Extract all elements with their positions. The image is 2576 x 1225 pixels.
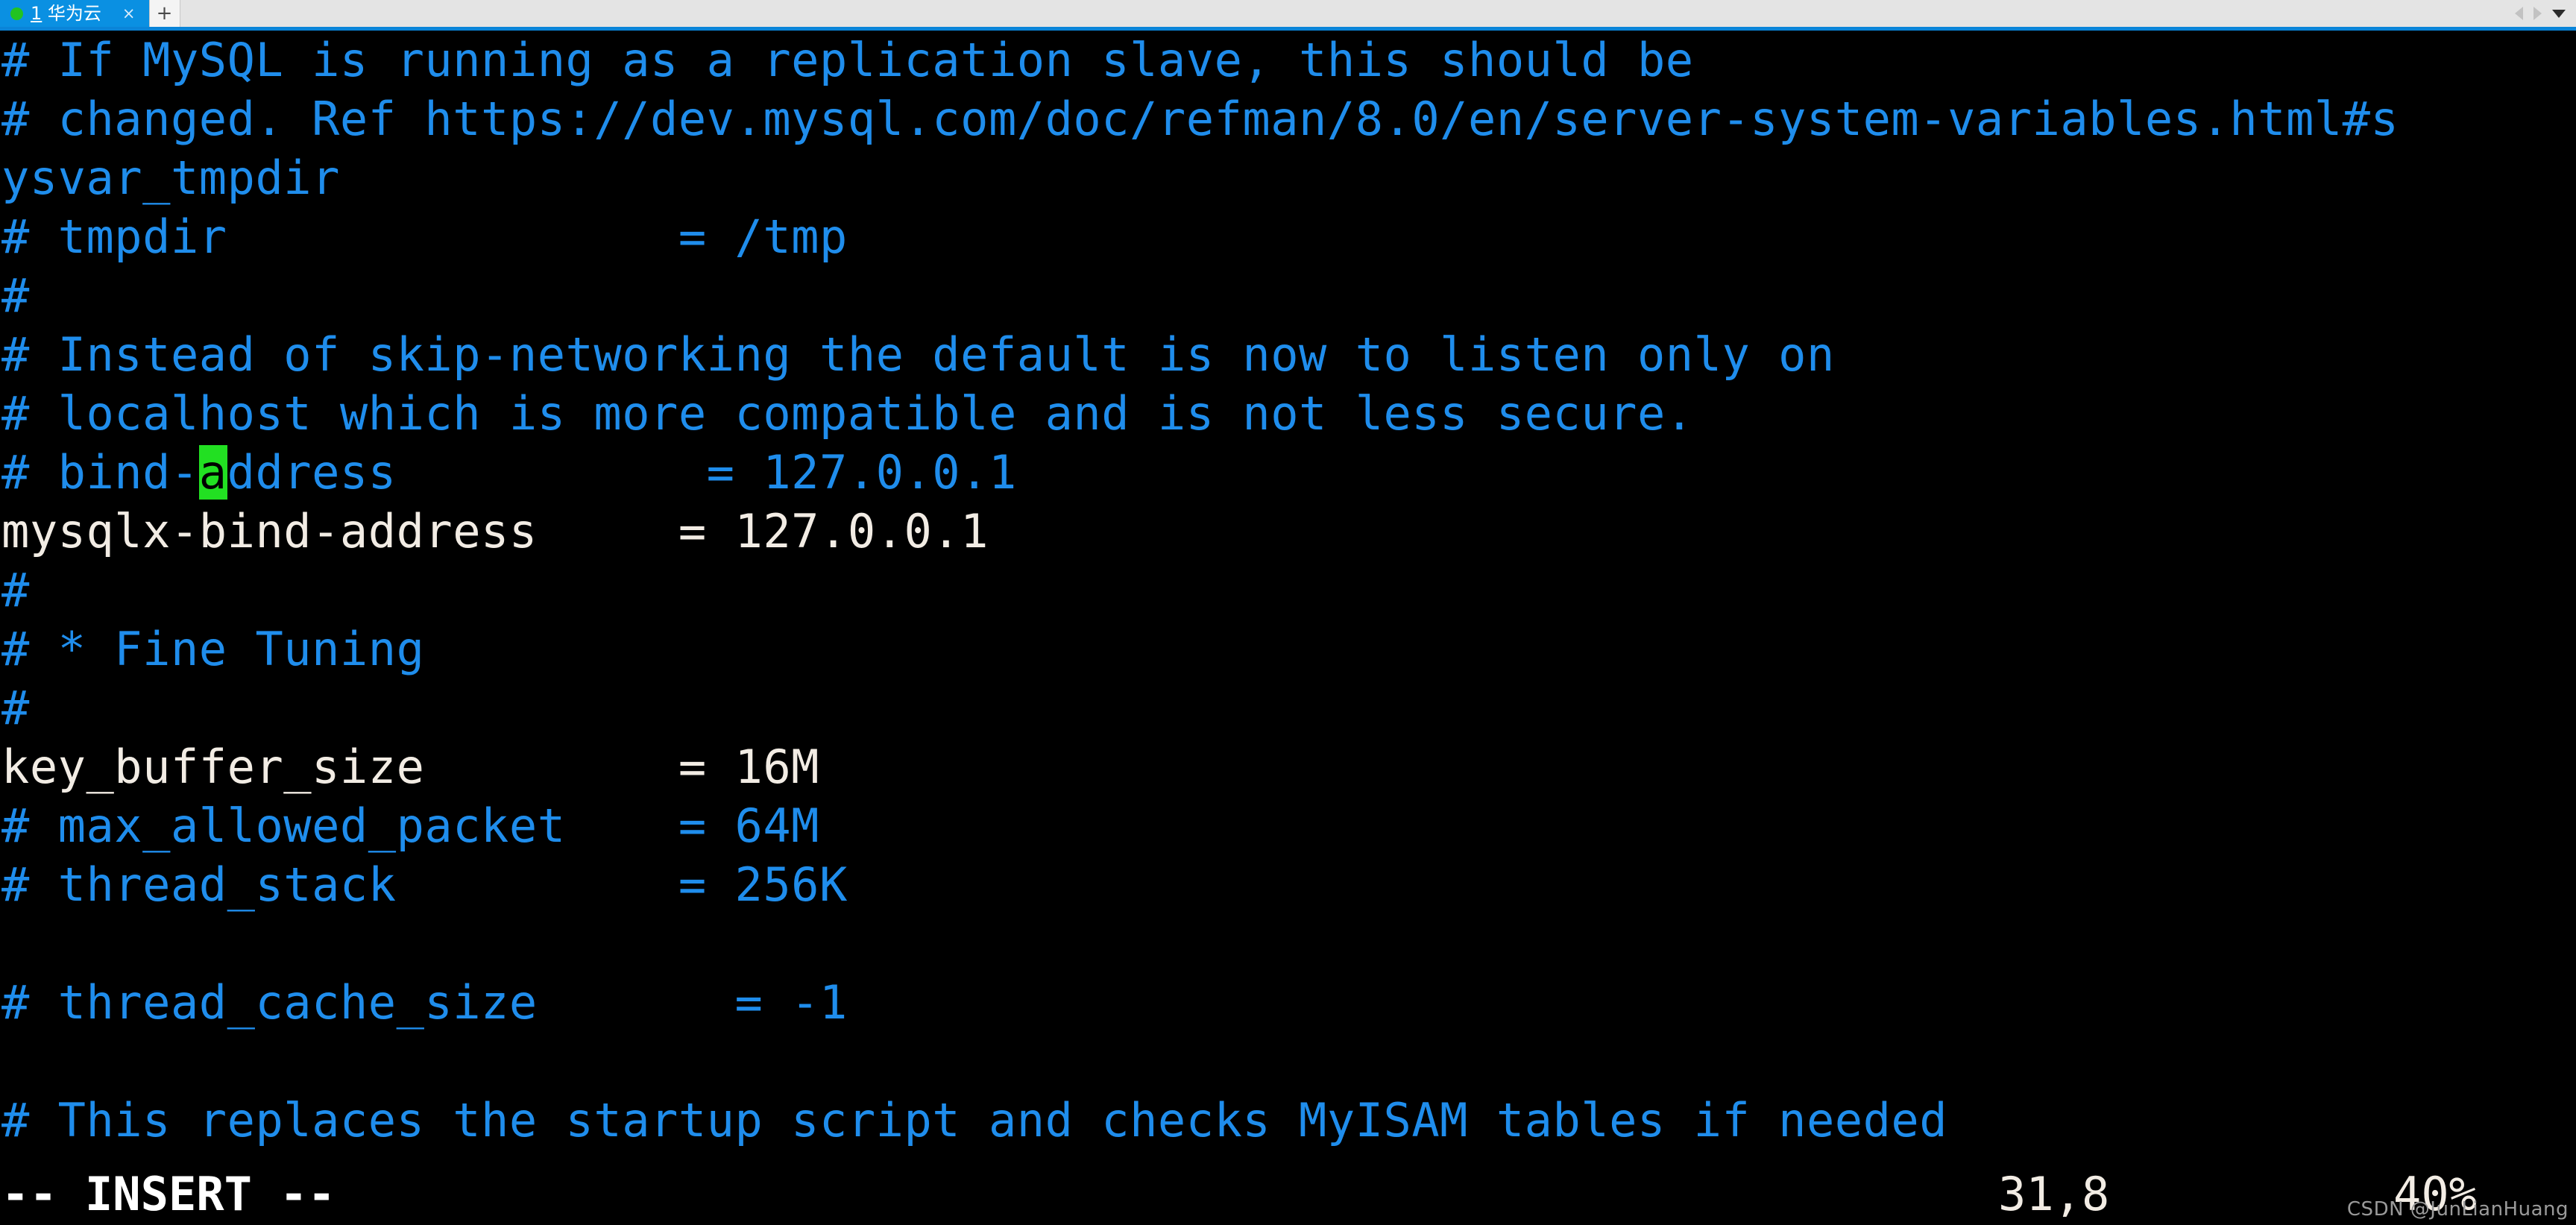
terminal-line: # * Fine Tuning — [0, 620, 2576, 678]
terminal-line: # If MySQL is running as a replication s… — [0, 31, 2576, 89]
terminal-text: ddress = 127.0.0.1 — [227, 445, 1017, 500]
terminal-line: # tmpdir = /tmp — [0, 207, 2576, 266]
terminal-text: mysqlx-bind-address = 127.0.0.1 — [1, 504, 989, 558]
terminal-text: # — [1, 563, 30, 617]
terminal-text: # bind- — [1, 445, 199, 500]
triangle-left-icon[interactable] — [2515, 7, 2523, 20]
terminal-vim-editor[interactable]: # If MySQL is running as a replication s… — [0, 31, 2576, 1225]
terminal-line: # changed. Ref https://dev.mysql.com/doc… — [0, 89, 2576, 148]
terminal-text: # thread_cache_size = -1 — [1, 975, 848, 1030]
terminal-line: # max_allowed_packet = 64M — [0, 796, 2576, 855]
terminal-line: key_buffer_size = 16M — [0, 737, 2576, 796]
tab-strip-empty-area — [180, 0, 2515, 27]
tab-label-text: 华为云 — [42, 3, 101, 24]
text-cursor: a — [198, 445, 227, 500]
tab-huawei-cloud[interactable]: 1 华为云 × — [0, 0, 149, 27]
terminal-line: # thread_cache_size = -1 — [0, 973, 2576, 1032]
terminal-text: # This replaces the startup script and c… — [1, 1093, 1948, 1147]
close-icon[interactable]: × — [109, 5, 140, 22]
terminal-line: # bind-address = 127.0.0.1 — [0, 443, 2576, 502]
new-tab-button[interactable]: + — [148, 0, 180, 27]
csdn-watermark: CSDN @JunLianHuang — [2346, 1198, 2569, 1221]
terminal-line: # localhost which is more compatible and… — [0, 384, 2576, 443]
chevron-down-icon[interactable] — [2552, 9, 2566, 18]
terminal-text: # thread_stack = 256K — [1, 857, 848, 912]
terminal-text: # Instead of skip-networking the default… — [1, 327, 1835, 382]
vim-mode-indicator: -- INSERT -- — [1, 1167, 336, 1221]
terminal-line: mysqlx-bind-address = 127.0.0.1 — [0, 502, 2576, 561]
terminal-line: # — [0, 561, 2576, 620]
tab-title: 1 华为云 — [31, 4, 101, 22]
terminal-line: # — [0, 266, 2576, 325]
terminal-line: # — [0, 678, 2576, 737]
terminal-line: ysvar_tmpdir — [0, 148, 2576, 207]
terminal-text: # localhost which is more compatible and… — [1, 386, 1694, 441]
terminal-text: # max_allowed_packet = 64M — [1, 799, 819, 853]
vim-status-line: -- INSERT -- 31,8 40% — [0, 1164, 2576, 1225]
terminal-line: # Instead of skip-networking the default… — [0, 325, 2576, 384]
terminal-text: # If MySQL is running as a replication s… — [1, 33, 1694, 87]
tab-bar-controls — [2515, 0, 2576, 27]
terminal-text: ysvar_tmpdir — [1, 151, 340, 205]
terminal-text: # — [1, 268, 30, 323]
triangle-right-icon[interactable] — [2534, 7, 2542, 20]
terminal-text: key_buffer_size = 16M — [1, 740, 819, 794]
terminal-line: # This replaces the startup script and c… — [0, 1091, 2576, 1150]
vim-cursor-position: 31,8 — [1998, 1167, 2110, 1221]
terminal-text: # tmpdir = /tmp — [1, 210, 848, 264]
terminal-text: # * Fine Tuning — [1, 622, 425, 676]
tab-status-dot-icon — [10, 7, 23, 20]
terminal-text-buffer: # If MySQL is running as a replication s… — [0, 31, 2576, 1150]
terminal-line: # thread_stack = 256K — [0, 855, 2576, 914]
browser-tab-bar: 1 华为云 × + — [0, 0, 2576, 31]
tab-index-number: 1 — [31, 3, 42, 24]
terminal-text: # — [1, 681, 30, 735]
terminal-text: # changed. Ref https://dev.mysql.com/doc… — [1, 92, 2399, 146]
